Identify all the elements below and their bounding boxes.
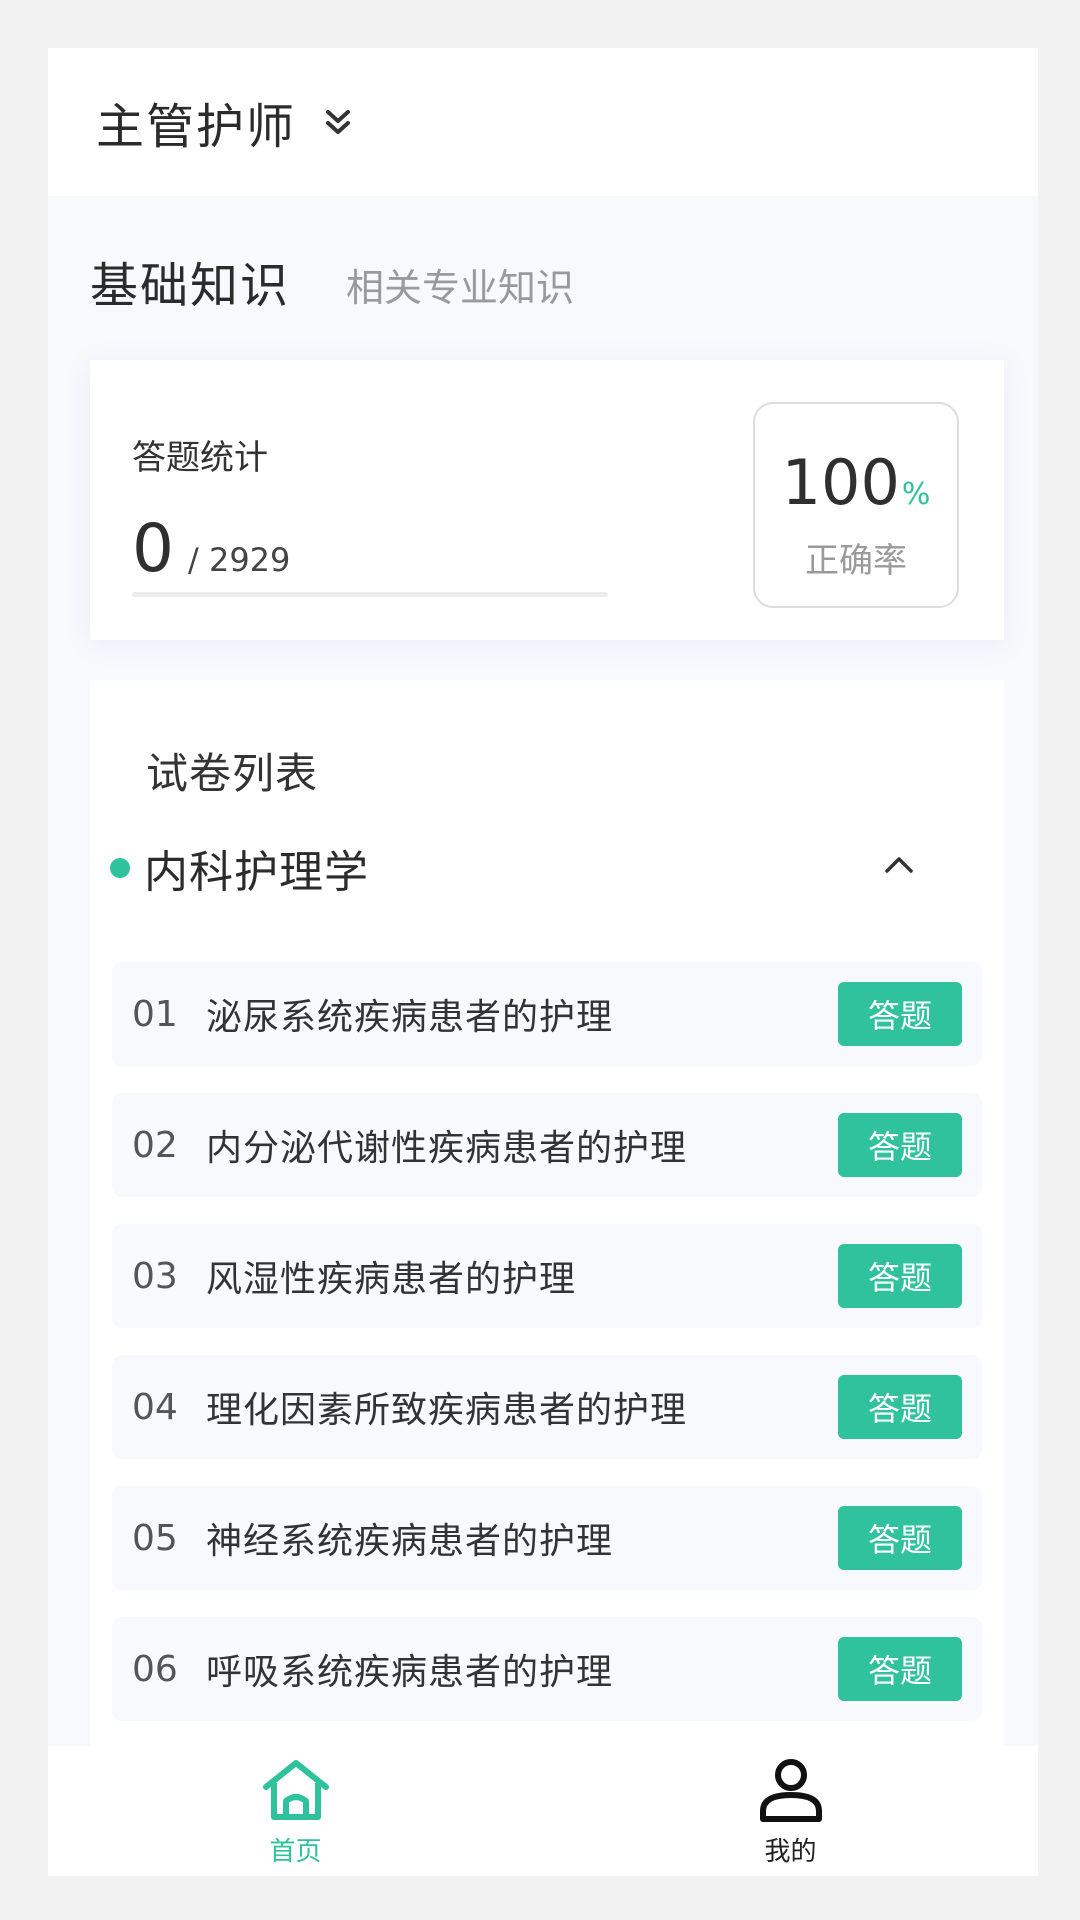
- category-dot-icon: [110, 858, 130, 878]
- paper-items: 01 泌尿系统疾病患者的护理 答题 02 内分泌代谢性疾病患者的护理 答题 03…: [112, 962, 982, 1748]
- item-index: 06: [132, 1648, 178, 1690]
- accuracy-unit: %: [901, 477, 931, 512]
- accuracy-value: 100: [781, 446, 900, 519]
- item-index: 04: [132, 1386, 178, 1428]
- item-index: 03: [132, 1255, 178, 1297]
- item-title: 理化因素所致疾病患者的护理: [206, 1390, 688, 1431]
- subject-tabs: 基础知识 相关专业知识: [90, 246, 574, 316]
- item-title: 神经系统疾病患者的护理: [206, 1521, 614, 1562]
- item-title: 内分泌代谢性疾病患者的护理: [206, 1128, 688, 1169]
- nav-home[interactable]: 首页: [48, 1746, 543, 1876]
- list-item[interactable]: 03 风湿性疾病患者的护理 答题: [112, 1224, 982, 1328]
- answer-button[interactable]: 答题: [838, 1637, 962, 1701]
- app-screen: 主管护师 基础知识 相关专业知识 答题统计 0 / 2929 100 % 正确率…: [48, 48, 1038, 1876]
- nav-home-label: 首页: [269, 1836, 322, 1867]
- item-index: 05: [132, 1517, 178, 1559]
- category-title: 内科护理学: [144, 847, 369, 898]
- accuracy-label: 正确率: [805, 541, 907, 581]
- bottom-nav: 首页 我的: [48, 1746, 1038, 1876]
- answer-button[interactable]: 答题: [838, 1375, 962, 1439]
- stats-label: 答题统计: [132, 438, 268, 478]
- answered-count: 0: [132, 510, 174, 587]
- total-count: / 2929: [188, 541, 291, 579]
- answer-button[interactable]: 答题: [838, 1113, 962, 1177]
- accuracy-box: 100 % 正确率: [753, 402, 959, 608]
- paper-list-title: 试卷列表: [146, 749, 319, 798]
- item-title: 风湿性疾病患者的护理: [206, 1259, 577, 1300]
- list-item[interactable]: 04 理化因素所致疾病患者的护理 答题: [112, 1355, 982, 1459]
- nav-me-label: 我的: [764, 1836, 817, 1867]
- item-title: 呼吸系统疾病患者的护理: [206, 1652, 614, 1693]
- header: 主管护师: [48, 48, 1038, 196]
- stats-card: 答题统计 0 / 2929 100 % 正确率: [90, 360, 1004, 640]
- item-index: 02: [132, 1124, 178, 1166]
- progress-track: [132, 592, 608, 597]
- answer-button[interactable]: 答题: [838, 1506, 962, 1570]
- answer-button[interactable]: 答题: [838, 982, 962, 1046]
- category-header[interactable]: 内科护理学: [110, 828, 984, 908]
- item-title: 泌尿系统疾病患者的护理: [206, 997, 614, 1038]
- item-index: 01: [132, 993, 178, 1035]
- chevron-up-icon[interactable]: [884, 854, 914, 874]
- list-item[interactable]: 01 泌尿系统疾病患者的护理 答题: [112, 962, 982, 1066]
- exam-type-selector[interactable]: 主管护师: [96, 87, 296, 157]
- home-icon: [260, 1755, 332, 1825]
- nav-me[interactable]: 我的: [543, 1746, 1038, 1876]
- list-item[interactable]: 06 呼吸系统疾病患者的护理 答题: [112, 1617, 982, 1721]
- double-chevron-down-icon[interactable]: [324, 106, 352, 138]
- answer-count: 0 / 2929: [132, 510, 290, 587]
- user-icon: [755, 1755, 827, 1825]
- tab-related-knowledge[interactable]: 相关专业知识: [346, 257, 574, 316]
- paper-list-card: 试卷列表 内科护理学 01 泌尿系统疾病患者的护理 答题 02 内分泌代谢性疾病…: [90, 680, 1004, 1876]
- list-item[interactable]: 02 内分泌代谢性疾病患者的护理 答题: [112, 1093, 982, 1197]
- tab-basic-knowledge[interactable]: 基础知识: [90, 246, 290, 316]
- list-item[interactable]: 05 神经系统疾病患者的护理 答题: [112, 1486, 982, 1590]
- answer-button[interactable]: 答题: [838, 1244, 962, 1308]
